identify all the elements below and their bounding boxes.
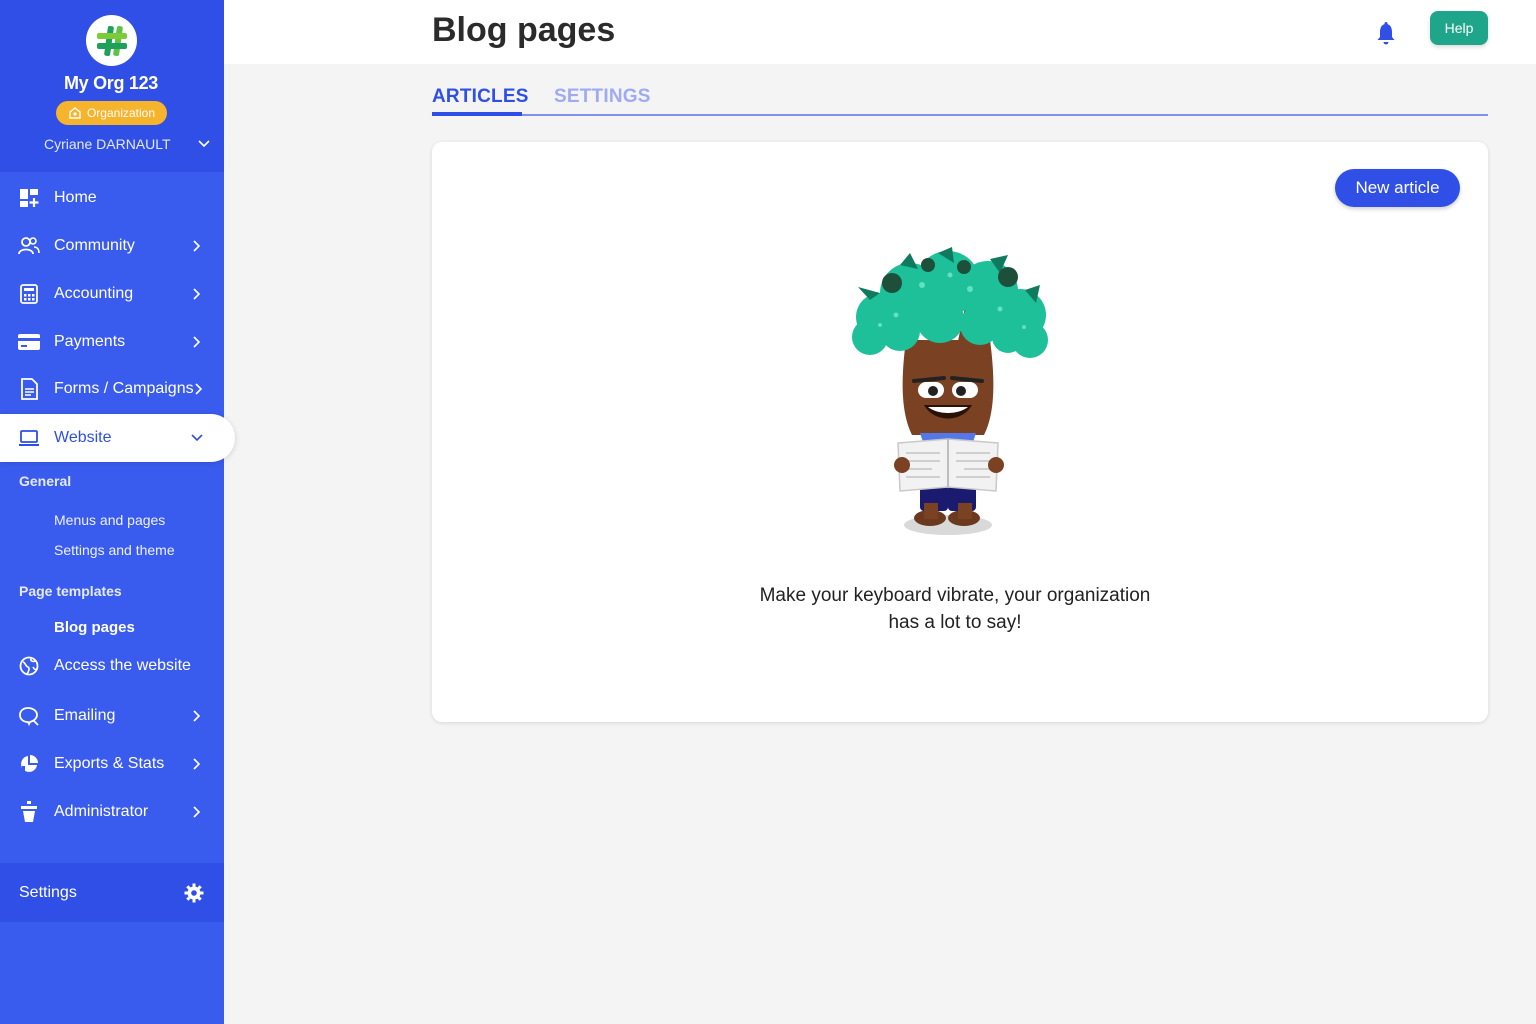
sidebar-item-label: Forms / Campaigns bbox=[54, 380, 194, 397]
sidebar-item-home[interactable]: Home bbox=[0, 175, 224, 221]
empty-state-line-1: Make your keyboard vibrate, your organiz… bbox=[759, 585, 1151, 606]
page-title: Blog pages bbox=[432, 11, 616, 49]
submenu-link-menus-pages[interactable]: Menus and pages bbox=[54, 512, 165, 528]
chevron-down-icon bbox=[198, 140, 210, 148]
tab-bar: ARTICLES SETTINGS bbox=[432, 84, 1488, 116]
submenu-heading-general: General bbox=[19, 473, 72, 489]
sidebar-item-accounting[interactable]: Accounting bbox=[0, 271, 224, 317]
active-tab-indicator bbox=[432, 112, 522, 116]
submenu-heading-page-templates: Page templates bbox=[19, 583, 122, 599]
chevron-right-icon bbox=[190, 755, 204, 773]
sidebar-item-website[interactable]: Website bbox=[0, 414, 235, 462]
tab-settings[interactable]: SETTINGS bbox=[554, 86, 651, 108]
sidebar-item-administrator[interactable]: Administrator bbox=[0, 789, 224, 835]
bell-icon[interactable] bbox=[1374, 21, 1398, 47]
empty-state-line-2: has a lot to say! bbox=[888, 612, 1022, 633]
chevron-right-icon bbox=[190, 285, 204, 303]
tree-mascot-illustration bbox=[840, 245, 1060, 540]
org-badge-label: Organization bbox=[86, 106, 156, 120]
org-name: My Org 123 bbox=[63, 73, 159, 93]
chevron-right-icon bbox=[190, 707, 204, 725]
submenu-link-settings-theme[interactable]: Settings and theme bbox=[54, 542, 175, 558]
podium-icon bbox=[18, 801, 40, 823]
tab-articles[interactable]: ARTICLES bbox=[432, 86, 529, 108]
sidebar-item-forms-campaigns[interactable]: Forms / Campaigns bbox=[0, 366, 224, 412]
sidebar-item-label: Accounting bbox=[54, 285, 134, 302]
org-logo[interactable] bbox=[86, 15, 137, 66]
user-switcher[interactable]: Cyriane DARNAULT bbox=[44, 135, 210, 153]
globe-icon bbox=[18, 655, 40, 677]
sidebar-item-label: Community bbox=[54, 237, 135, 254]
users-icon bbox=[18, 235, 40, 257]
laptop-icon bbox=[18, 427, 40, 449]
sidebar-settings-label: Settings bbox=[19, 884, 77, 901]
sidebar-item-label: Home bbox=[54, 189, 97, 206]
calculator-icon bbox=[18, 283, 40, 305]
dashboard-icon bbox=[18, 187, 40, 209]
sidebar-item-payments[interactable]: Payments bbox=[0, 319, 224, 365]
top-bar bbox=[224, 0, 1536, 64]
user-name: Cyriane DARNAULT bbox=[44, 136, 171, 152]
org-type-badge: Organization bbox=[56, 101, 167, 125]
sidebar: My Org 123 Organization Cyriane DARNAULT… bbox=[0, 0, 235, 1024]
help-button[interactable]: Help bbox=[1430, 11, 1488, 45]
org-header: My Org 123 Organization Cyriane DARNAULT bbox=[0, 0, 224, 172]
sidebar-item-exports-stats[interactable]: Exports & Stats bbox=[0, 741, 224, 787]
sidebar-item-label: Website bbox=[54, 429, 112, 446]
chevron-down-icon bbox=[190, 429, 204, 447]
gear-icon bbox=[184, 883, 204, 908]
submenu-link-blog-pages[interactable]: Blog pages bbox=[54, 619, 135, 636]
credit-card-icon bbox=[16, 331, 42, 353]
pie-chart-icon bbox=[18, 753, 40, 775]
sidebar-item-label: Access the website bbox=[54, 657, 191, 674]
sidebar-item-label: Exports & Stats bbox=[54, 755, 165, 772]
chevron-right-icon bbox=[190, 237, 204, 255]
empty-state-message: Make your keyboard vibrate, your organiz… bbox=[700, 582, 1210, 636]
sidebar-item-community[interactable]: Community bbox=[0, 223, 224, 269]
sidebar-item-access-website[interactable]: Access the website bbox=[0, 643, 224, 689]
chat-bubble-icon bbox=[18, 705, 40, 727]
chevron-right-icon bbox=[190, 803, 204, 821]
sidebar-item-label: Payments bbox=[54, 333, 126, 350]
chevron-right-icon bbox=[192, 380, 206, 398]
sidebar-item-label: Emailing bbox=[54, 707, 116, 724]
chevron-right-icon bbox=[190, 333, 204, 351]
house-icon bbox=[69, 107, 81, 119]
new-article-button[interactable]: New article bbox=[1335, 169, 1460, 207]
hashtag-logo-icon bbox=[92, 21, 131, 60]
sidebar-settings[interactable]: Settings bbox=[0, 863, 224, 922]
document-icon bbox=[18, 378, 40, 400]
sidebar-item-emailing[interactable]: Emailing bbox=[0, 693, 224, 739]
sidebar-item-label: Administrator bbox=[54, 803, 149, 820]
